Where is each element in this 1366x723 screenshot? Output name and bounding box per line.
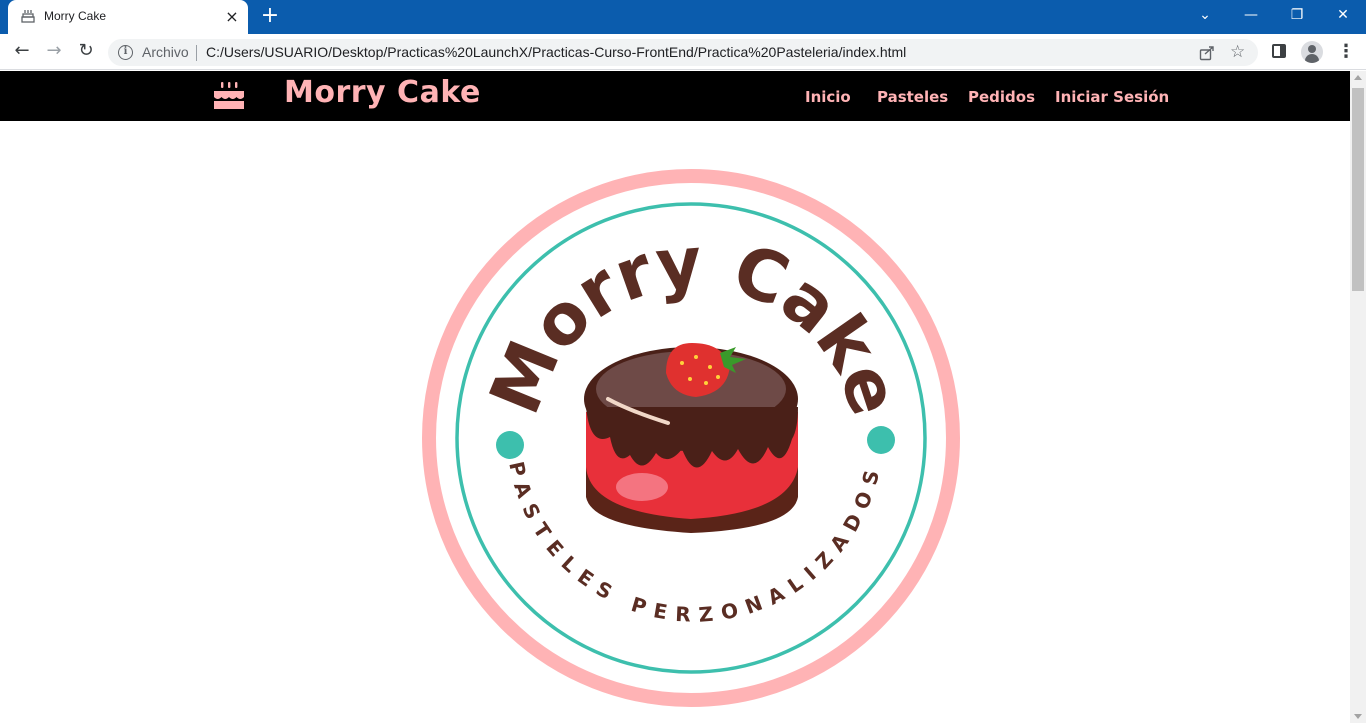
logo-left-dot xyxy=(496,431,524,459)
cake-illustration xyxy=(584,343,798,533)
url-text[interactable]: C:/Users/USUARIO/Desktop/Practicas%20Lau… xyxy=(206,44,906,60)
tab-search-chevron-icon[interactable]: ⌄ xyxy=(1182,0,1228,34)
side-panel-icon[interactable] xyxy=(1272,44,1286,58)
share-icon[interactable] xyxy=(1198,44,1216,62)
restore-button[interactable]: ❐ xyxy=(1274,0,1320,34)
scrollbar-thumb[interactable] xyxy=(1352,88,1364,291)
bookmark-star-icon[interactable]: ☆ xyxy=(1230,42,1245,62)
new-tab-button[interactable]: + xyxy=(258,5,282,29)
profile-avatar-icon[interactable] xyxy=(1301,41,1323,63)
security-label: Archivo xyxy=(142,44,189,60)
browser-tab[interactable]: Morry Cake × xyxy=(8,0,248,34)
back-arrow-icon[interactable]: ← xyxy=(9,40,35,64)
tab-title: Morry Cake xyxy=(44,9,107,23)
nav-link-pasteles[interactable]: Pasteles xyxy=(877,88,948,106)
browser-menu-icon[interactable]: ⋮ xyxy=(1337,42,1355,62)
logo-right-dot xyxy=(867,426,895,454)
nav-link-inicio[interactable]: Inicio xyxy=(805,88,851,106)
browser-toolbar: ← → ↻ i Archivo C:/Users/USUARIO/Desktop… xyxy=(0,34,1366,70)
brand-name[interactable]: Morry Cake xyxy=(284,75,481,110)
window-close-button[interactable]: ✕ xyxy=(1320,0,1366,34)
reload-icon[interactable]: ↻ xyxy=(73,40,99,64)
site-navbar: Morry Cake Inicio Pasteles Pedidos Inici… xyxy=(0,71,1350,121)
nav-link-iniciar-sesion[interactable]: Iniciar Sesión xyxy=(1055,88,1169,106)
cake-favicon-icon xyxy=(21,10,35,23)
scroll-up-arrow-icon[interactable] xyxy=(1354,75,1362,80)
site-info-icon[interactable]: i xyxy=(118,45,133,60)
address-separator xyxy=(196,45,197,61)
scroll-down-arrow-icon[interactable] xyxy=(1354,714,1362,719)
browser-titlebar: Morry Cake × + ⌄ — ❐ ✕ xyxy=(0,0,1366,34)
tab-close-icon[interactable]: × xyxy=(224,9,240,25)
morry-cake-logo: Morry Cake PASTELES PERZONALIZADOS xyxy=(422,169,960,707)
address-bar[interactable]: i Archivo C:/Users/USUARIO/Desktop/Pract… xyxy=(108,39,1258,66)
minimize-button[interactable]: — xyxy=(1228,0,1274,34)
forward-arrow-icon[interactable]: → xyxy=(41,40,67,64)
birthday-cake-icon xyxy=(214,82,244,109)
page-scrollbar[interactable] xyxy=(1350,71,1366,723)
page-viewport: Morry Cake Inicio Pasteles Pedidos Inici… xyxy=(0,71,1350,723)
nav-link-pedidos[interactable]: Pedidos xyxy=(968,88,1035,106)
